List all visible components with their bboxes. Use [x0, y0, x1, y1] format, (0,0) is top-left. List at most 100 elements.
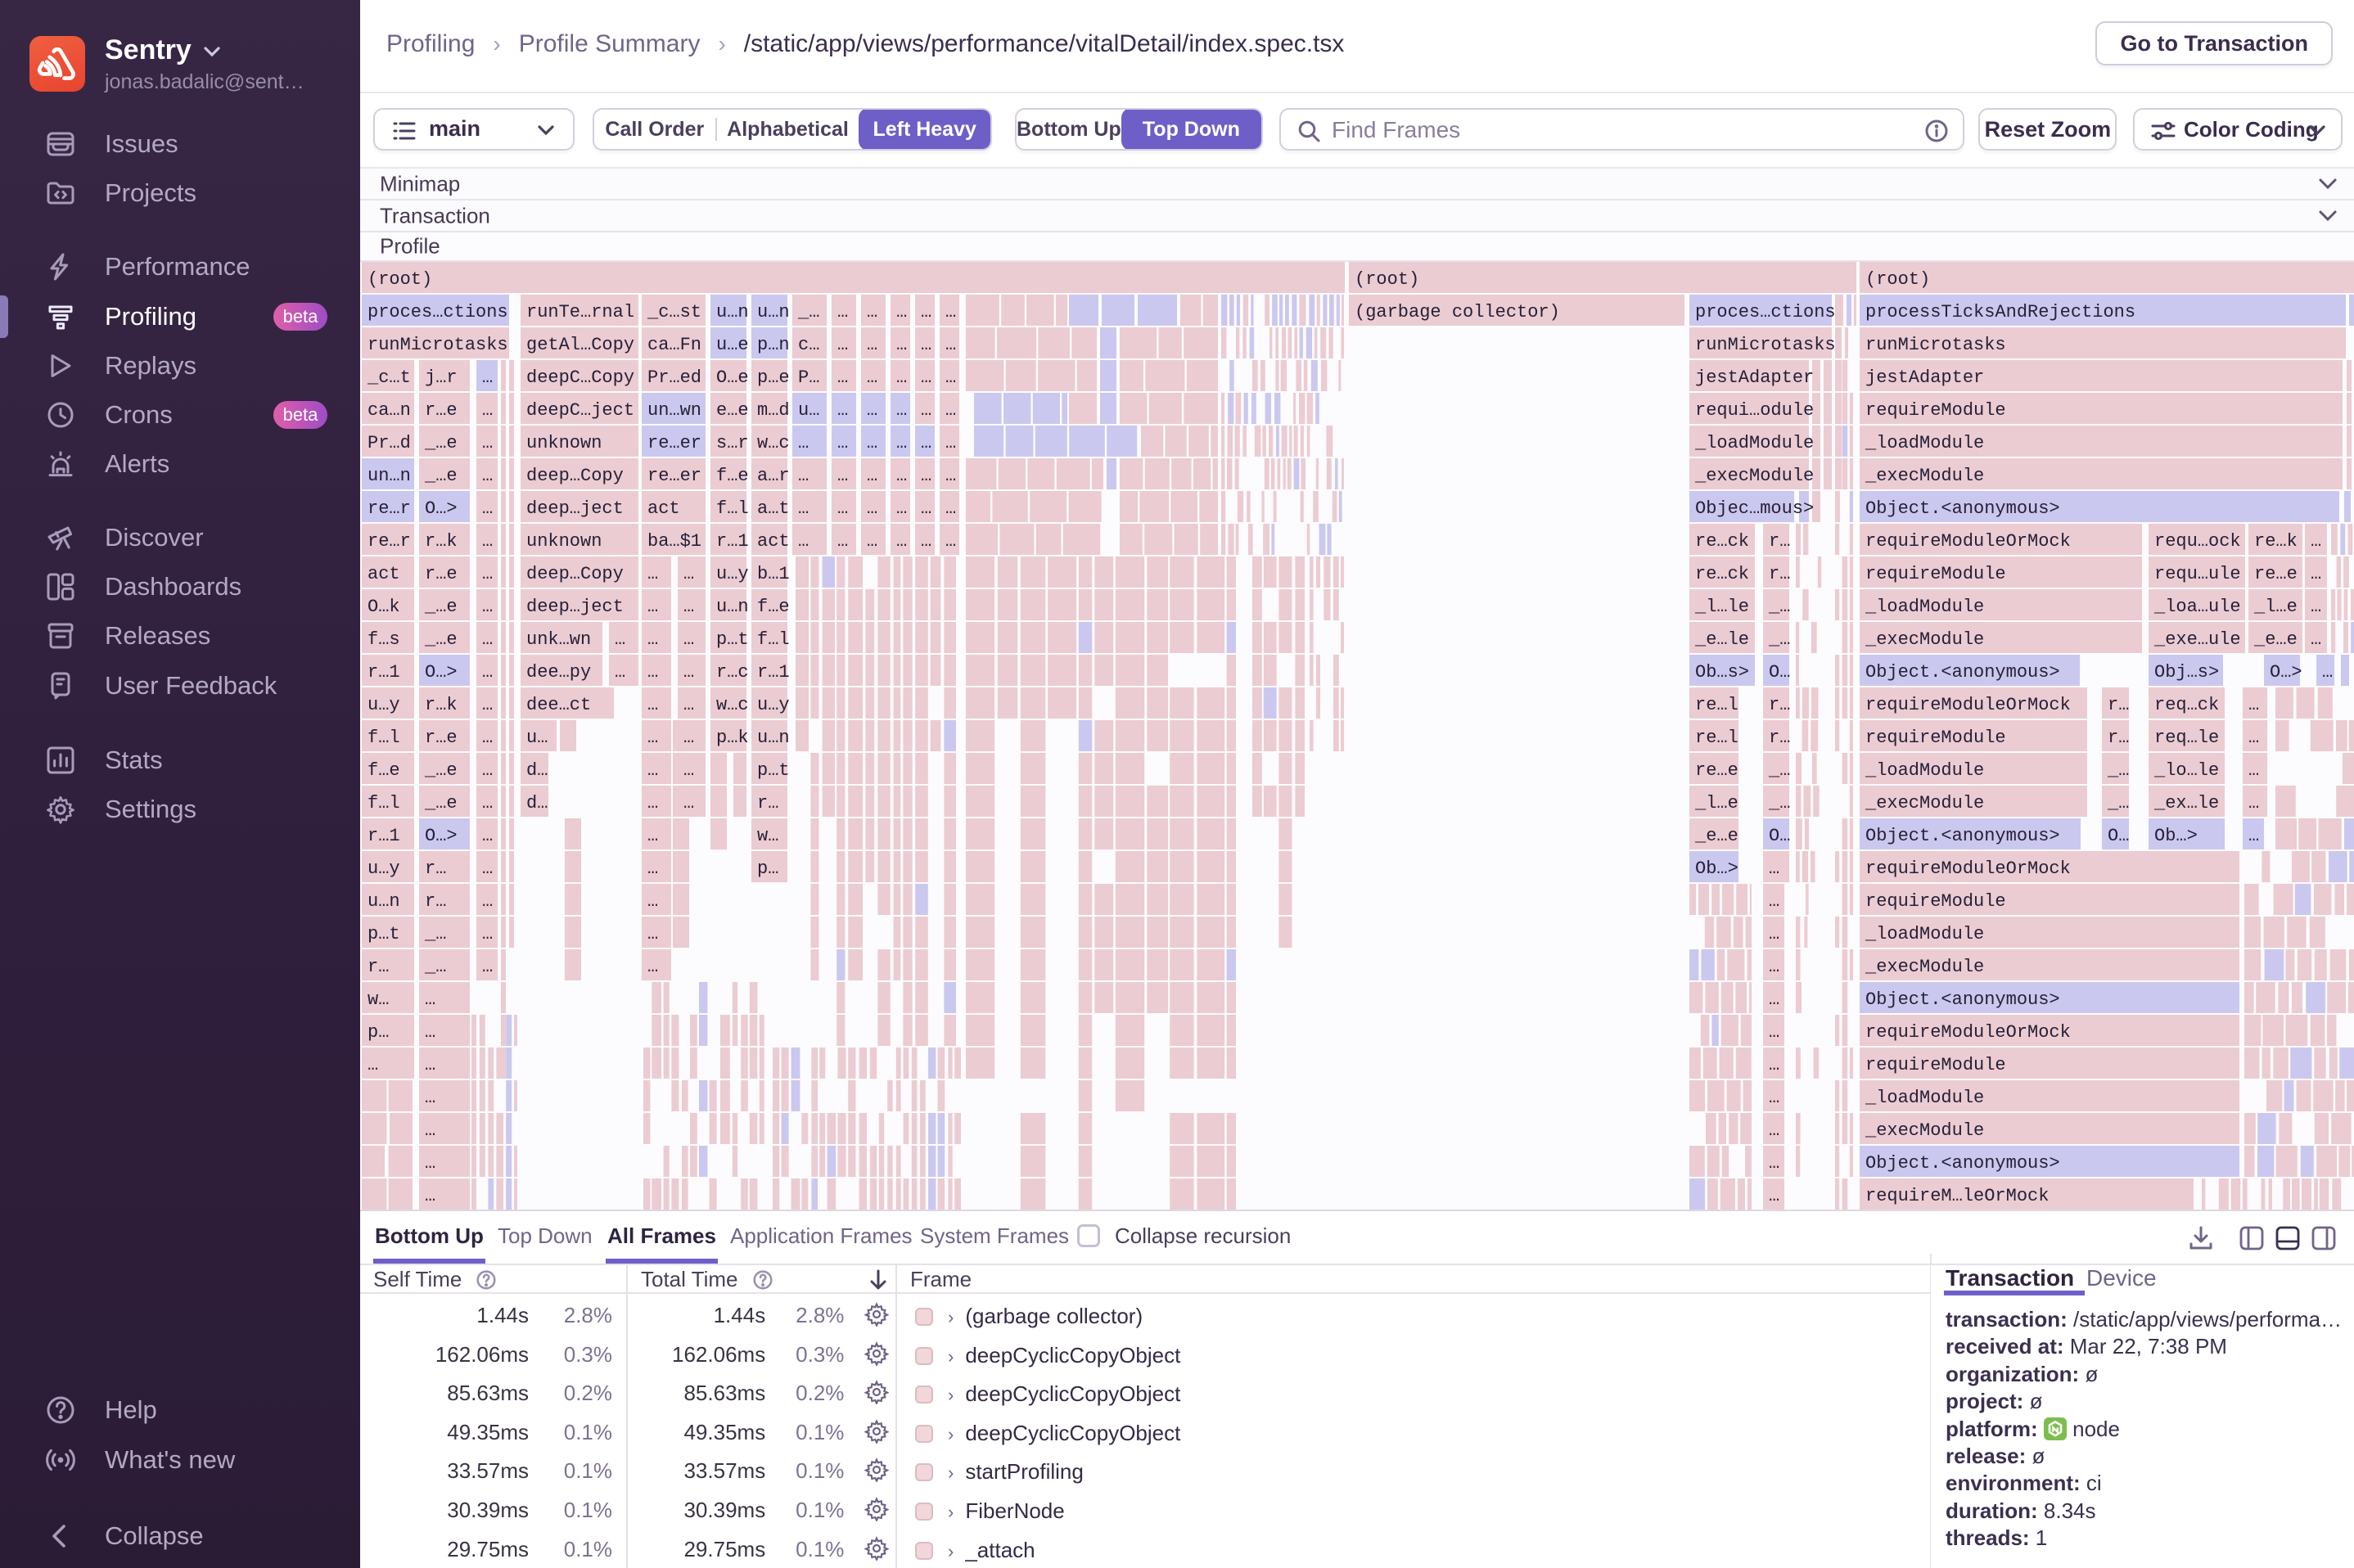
svg-text:requireModuleOrMock: requireModuleOrMock: [1865, 695, 2071, 715]
svg-text:dee…ct: dee…ct: [526, 695, 591, 715]
svg-text:_…e: _…e: [424, 760, 458, 781]
svg-text:r…c: r…c: [716, 662, 749, 683]
svg-text:…: …: [683, 564, 694, 584]
svg-text:…: …: [683, 597, 694, 617]
svg-text:…: …: [482, 597, 493, 617]
svg-text:…: …: [482, 400, 493, 421]
svg-text:_execModule: _execModule: [1865, 1120, 1984, 1141]
svg-text:…: …: [482, 793, 493, 813]
svg-text:u…n: u…n: [368, 891, 400, 912]
svg-text:_…: _…: [1768, 597, 1790, 617]
svg-text:w…c: w…c: [716, 695, 749, 715]
svg-text:e…e: e…e: [716, 400, 749, 421]
svg-text:…: …: [837, 302, 848, 322]
svg-text:un…n: un…n: [368, 466, 411, 486]
svg-text:requi…odule: requi…odule: [1695, 400, 1814, 421]
svg-text:deep…ject: deep…ject: [526, 498, 624, 519]
svg-text:…: …: [896, 302, 907, 322]
svg-text:…: …: [647, 924, 658, 944]
svg-text:ca…n: ca…n: [368, 400, 411, 421]
svg-text:…: …: [647, 662, 658, 683]
svg-text:re…er: re…er: [647, 466, 701, 486]
svg-text:_loadModule: _loadModule: [1865, 433, 1984, 453]
svg-text:…: …: [647, 564, 658, 584]
svg-text:…: …: [683, 760, 694, 781]
svg-text:_e…e: _e…e: [2253, 629, 2298, 650]
svg-text:Object.<anonymous>: Object.<anonymous>: [1865, 662, 2060, 683]
svg-text:…: …: [482, 498, 493, 519]
svg-text:u…y: u…y: [757, 695, 790, 715]
svg-text:O…: O…: [1769, 826, 1790, 846]
svg-text:…: …: [1769, 1120, 1779, 1141]
svg-text:…: …: [1769, 1153, 1779, 1174]
svg-text:s…r: s…r: [716, 433, 749, 453]
svg-text:…: …: [896, 335, 907, 355]
svg-text:deepC…Copy: deepC…Copy: [526, 367, 634, 388]
svg-text:…: …: [2322, 662, 2333, 683]
svg-text:requireModuleOrMock: requireModuleOrMock: [1865, 858, 2071, 879]
svg-text:…: …: [1769, 1088, 1779, 1108]
svg-text:O…>: O…>: [425, 498, 458, 519]
svg-text:…: …: [921, 400, 931, 421]
svg-text:deep…Copy: deep…Copy: [526, 564, 624, 584]
svg-text:…: …: [425, 989, 435, 1010]
svg-text:r…: r…: [368, 957, 389, 977]
svg-text:_execModule: _execModule: [1865, 957, 1984, 977]
svg-text:…: …: [945, 302, 956, 322]
svg-text:Object.<anonymous>: Object.<anonymous>: [1865, 826, 2060, 846]
svg-text:…: …: [1769, 957, 1779, 977]
svg-text:requireModule: requireModule: [1865, 891, 2006, 912]
svg-text:re…r: re…r: [368, 531, 411, 552]
svg-text:Objec…mous>: Objec…mous>: [1695, 498, 1814, 519]
svg-text:Obj…s>: Obj…s>: [2154, 662, 2219, 683]
svg-text:r…1: r…1: [368, 662, 400, 683]
svg-text:act: act: [368, 564, 400, 584]
svg-text:…: …: [683, 629, 694, 650]
svg-text:b…1: b…1: [757, 564, 790, 584]
svg-text:r…: r…: [1769, 728, 1790, 748]
svg-text:…: …: [921, 335, 931, 355]
svg-text:p…: p…: [757, 858, 778, 879]
svg-text:…: …: [482, 728, 493, 748]
svg-text:r…e: r…e: [425, 400, 458, 421]
svg-text:…: …: [2311, 597, 2321, 617]
svg-text:…: …: [896, 498, 907, 519]
svg-text:f…l: f…l: [757, 629, 790, 650]
svg-text:f…e: f…e: [368, 760, 400, 781]
svg-text:f…e: f…e: [757, 597, 790, 617]
svg-text:u…y: u…y: [368, 858, 400, 879]
svg-text:m…d: m…d: [757, 400, 790, 421]
svg-text:_l…e: _l…e: [2253, 597, 2298, 617]
svg-text:_…e: _…e: [424, 629, 458, 650]
svg-text:r…1: r…1: [716, 531, 749, 552]
svg-text:_…e: _…e: [424, 597, 458, 617]
svg-text:…: …: [647, 597, 658, 617]
svg-text:_c…t: _c…t: [367, 367, 411, 388]
svg-text:_ex…le: _ex…le: [2153, 793, 2219, 813]
svg-text:unknown: unknown: [526, 433, 602, 453]
svg-text:requireModule: requireModule: [1865, 1055, 2006, 1075]
svg-text:_execModule: _execModule: [1865, 629, 1984, 650]
svg-text:(root): (root): [1865, 269, 1930, 290]
svg-text:c…: c…: [798, 335, 819, 355]
svg-text:Object.<anonymous>: Object.<anonymous>: [1865, 989, 2060, 1010]
svg-text:_l…e: _l…e: [1694, 793, 1738, 813]
svg-text:r…: r…: [1769, 564, 1790, 584]
svg-text:…: …: [482, 695, 493, 715]
svg-text:_…: _…: [2107, 760, 2129, 781]
svg-text:…: …: [945, 531, 956, 552]
svg-text:…: …: [683, 728, 694, 748]
svg-text:runMicrotasks: runMicrotasks: [368, 335, 508, 355]
svg-text:r…: r…: [425, 858, 446, 879]
svg-text:…: …: [837, 433, 848, 453]
svg-text:Pr…ed: Pr…ed: [647, 367, 701, 388]
svg-text:requireModule: requireModule: [1865, 564, 2006, 584]
svg-text:…: …: [482, 858, 493, 879]
svg-text:P…: P…: [798, 367, 819, 388]
svg-text:…: …: [1769, 1186, 1779, 1206]
svg-text:r…: r…: [1769, 531, 1790, 552]
svg-text:requireM…leOrMock: requireM…leOrMock: [1865, 1186, 2049, 1206]
svg-text:_…e: _…e: [424, 793, 458, 813]
svg-text:_loadModule: _loadModule: [1865, 760, 1984, 781]
svg-text:_…: _…: [2107, 793, 2129, 813]
